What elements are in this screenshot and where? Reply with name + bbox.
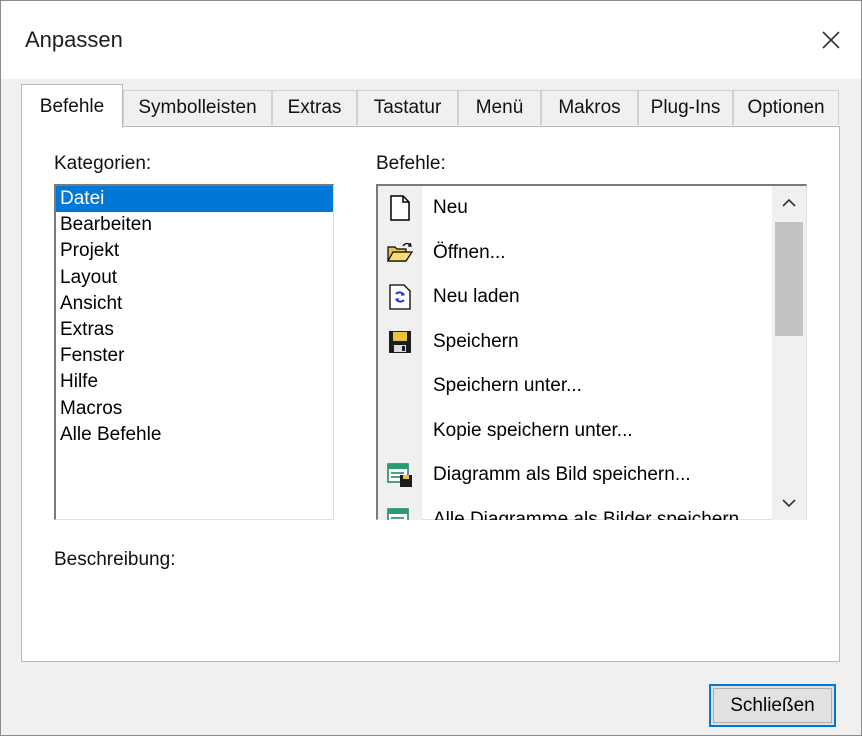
scroll-up-button[interactable] [772, 186, 806, 220]
window-title: Anpassen [25, 27, 123, 52]
commands-label: Befehle: [376, 153, 446, 174]
commands-listbox[interactable]: Neu Öffnen... Neu laden Speichern Speich… [376, 184, 807, 520]
command-label: Alle Diagramme als Bilder speichern... [433, 508, 756, 520]
categories-label: Kategorien: [54, 153, 152, 174]
category-item[interactable]: Extras [56, 317, 333, 343]
category-item[interactable]: Macros [56, 396, 333, 422]
save-icon [378, 320, 422, 364]
command-label: Speichern [433, 330, 519, 352]
open-folder-icon [378, 231, 422, 275]
save-all-diagrams-icon [378, 498, 422, 520]
tab-menue[interactable]: Menü [458, 90, 541, 125]
category-item[interactable]: Hilfe [56, 369, 333, 395]
category-item[interactable]: Fenster [56, 343, 333, 369]
command-item-kopie-speichern-unter[interactable]: Kopie speichern unter... [378, 409, 766, 454]
category-item[interactable]: Alle Befehle [56, 422, 333, 448]
chevron-up-icon [782, 198, 796, 207]
tab-makros[interactable]: Makros [541, 90, 638, 125]
category-item[interactable]: Datei [56, 186, 333, 213]
tab-panel-befehle: Kategorien: Datei Bearbeiten Projekt Lay… [21, 126, 840, 662]
close-button[interactable]: Schließen [709, 684, 836, 727]
tab-extras[interactable]: Extras [272, 90, 357, 125]
categories-listbox[interactable]: Datei Bearbeiten Projekt Layout Ansicht … [54, 184, 334, 520]
command-item-oeffnen[interactable]: Öffnen... [378, 231, 766, 276]
new-document-icon [378, 186, 422, 230]
reload-icon [378, 275, 422, 319]
commands-scrollbar[interactable] [772, 186, 806, 520]
command-label: Neu laden [433, 286, 520, 308]
close-icon [822, 31, 840, 49]
command-item-neu-laden[interactable]: Neu laden [378, 275, 766, 320]
category-item[interactable]: Projekt [56, 238, 333, 264]
command-label: Öffnen... [433, 241, 506, 263]
close-window-button[interactable] [801, 1, 861, 79]
scroll-thumb[interactable] [775, 222, 803, 336]
save-diagram-image-icon [378, 453, 422, 497]
category-item[interactable]: Layout [56, 265, 333, 291]
title-bar: Anpassen [1, 1, 861, 79]
scroll-down-button[interactable] [772, 486, 806, 520]
command-label: Kopie speichern unter... [433, 419, 633, 441]
command-item-speichern[interactable]: Speichern [378, 320, 766, 365]
tab-optionen[interactable]: Optionen [733, 90, 839, 125]
command-item-neu[interactable]: Neu [378, 186, 766, 231]
tab-tastatur[interactable]: Tastatur [357, 90, 458, 125]
command-item-diagramm-als-bild[interactable]: Diagramm als Bild speichern... [378, 453, 766, 498]
close-button-label: Schließen [730, 694, 815, 716]
customize-dialog: Anpassen Befehle Symbolleisten Extras Ta… [0, 0, 862, 736]
description-label: Beschreibung: [54, 549, 176, 570]
tab-plugins[interactable]: Plug-Ins [638, 90, 733, 125]
command-item-speichern-unter[interactable]: Speichern unter... [378, 364, 766, 409]
command-label: Neu [433, 197, 468, 219]
commands-list: Neu Öffnen... Neu laden Speichern Speich… [378, 186, 766, 520]
tab-befehle[interactable]: Befehle [21, 84, 123, 128]
command-label: Diagramm als Bild speichern... [433, 464, 691, 486]
chevron-down-icon [782, 499, 796, 508]
command-label: Speichern unter... [433, 375, 582, 397]
category-item[interactable]: Bearbeiten [56, 212, 333, 238]
tab-symbolleisten[interactable]: Symbolleisten [123, 90, 272, 125]
command-item-alle-diagramme[interactable]: Alle Diagramme als Bilder speichern... [378, 498, 766, 520]
category-item[interactable]: Ansicht [56, 291, 333, 317]
tab-bar: Befehle Symbolleisten Extras Tastatur Me… [21, 84, 841, 128]
